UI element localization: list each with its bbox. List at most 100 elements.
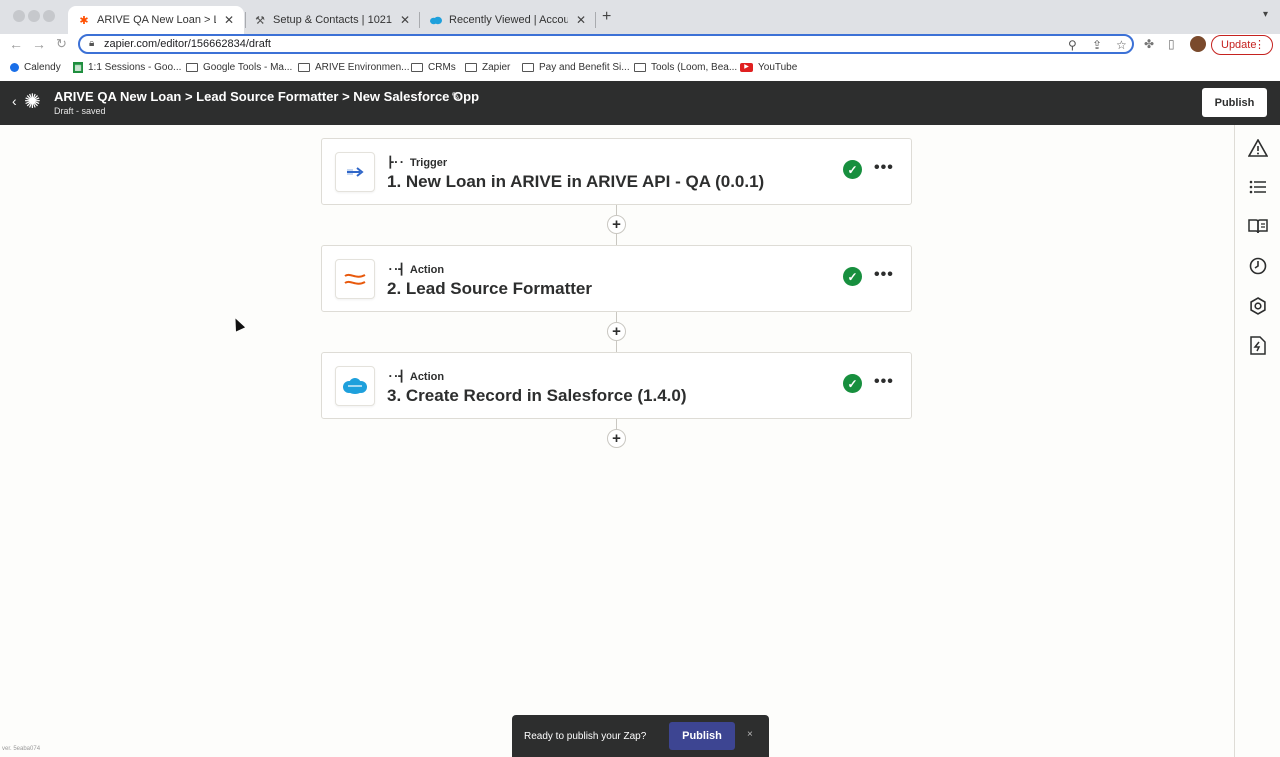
more-options-icon[interactable]: ••• — [874, 159, 894, 177]
bookmark-label: Zapier — [482, 62, 511, 73]
tab-search-chevron-icon[interactable]: ▾ — [1263, 9, 1268, 20]
settings-icon[interactable] — [1247, 295, 1269, 317]
tab-title: Recently Viewed | Accounts | S — [449, 14, 568, 26]
zapier-logo-icon[interactable]: ✺ — [24, 91, 44, 113]
new-tab-icon[interactable]: + — [602, 8, 611, 26]
bookmark-item[interactable]: ARIVE Environmen... — [298, 62, 409, 73]
folder-icon — [465, 63, 477, 72]
book-icon[interactable] — [1247, 215, 1269, 237]
tab-title: ARIVE QA New Loan > Lead So — [97, 14, 216, 26]
kebab-menu-icon[interactable]: ⋮ — [1254, 38, 1265, 51]
bookmark-item[interactable]: Calendy — [10, 62, 61, 73]
action-path-icon: ··┫ — [387, 263, 405, 276]
window-zoom-icon[interactable] — [43, 10, 55, 22]
tab-close-icon[interactable]: ✕ — [576, 13, 586, 27]
zap-status: Draft - saved — [54, 106, 106, 116]
toast-message: Ready to publish your Zap? — [524, 731, 647, 742]
folder-icon — [298, 63, 310, 72]
bookmark-label: Calendy — [24, 62, 61, 73]
edit-pencil-icon[interactable]: ✎ — [451, 90, 460, 103]
check-complete-icon: ✓ — [843, 160, 862, 179]
window-minimize-icon[interactable] — [28, 10, 40, 22]
step-title: 1. New Loan in ARIVE in ARIVE API - QA (… — [387, 172, 765, 191]
zap-title[interactable]: ARIVE QA New Loan > Lead Source Formatte… — [54, 89, 479, 104]
warning-icon[interactable] — [1247, 137, 1269, 159]
sheets-icon: ▦ — [73, 62, 83, 73]
back-chevron-icon[interactable]: ‹ — [12, 93, 17, 109]
update-button[interactable]: Update ⋮ — [1211, 35, 1273, 55]
setup-tool-icon: ⚒ — [255, 14, 265, 27]
tab-close-icon[interactable]: ✕ — [400, 13, 410, 27]
tab-divider — [595, 12, 596, 28]
add-step-button[interactable]: + — [607, 215, 626, 234]
toast-close-icon[interactable]: × — [747, 729, 753, 740]
step-kind: ··┫ Action — [387, 263, 444, 276]
bookmark-star-icon[interactable]: ☆ — [1116, 38, 1127, 52]
arive-arrow-icon — [335, 152, 375, 192]
share-icon[interactable]: ⇪ — [1092, 38, 1102, 52]
browser-tab-setup[interactable]: ⚒ Setup & Contacts | 10219800 | ✕ — [244, 6, 420, 34]
browser-tab-zapier[interactable]: ✱ ARIVE QA New Loan > Lead So ✕ — [68, 6, 244, 34]
list-icon[interactable] — [1247, 176, 1269, 198]
lock-icon[interactable]: 🔒︎ — [89, 38, 94, 49]
profile-avatar[interactable] — [1190, 36, 1206, 52]
side-panel-icon[interactable]: ▯ — [1168, 37, 1175, 51]
step-card-formatter[interactable]: ··┫ Action 2. Lead Source Formatter ✓ ••… — [321, 245, 912, 312]
step-kind-label: Action — [409, 370, 445, 383]
add-step-button[interactable]: + — [607, 429, 626, 448]
step-kind: ··┫ Action — [387, 370, 444, 383]
bookmark-label: ARIVE Environmen... — [315, 62, 410, 73]
step-kind: ┣·· Trigger — [387, 156, 447, 169]
right-tool-panel — [1234, 125, 1280, 757]
more-options-icon[interactable]: ••• — [874, 373, 894, 391]
step-card-salesforce[interactable]: ··┫ Action 3. Create Record in Salesforc… — [321, 352, 912, 419]
check-complete-icon: ✓ — [843, 267, 862, 286]
bookmark-item[interactable]: Pay and Benefit Si... — [522, 62, 630, 73]
step-kind-label: Action — [409, 263, 445, 276]
back-arrow-icon[interactable]: ← — [9, 36, 23, 52]
bookmark-label: 1:1 Sessions - Goo... — [88, 62, 182, 73]
tab-title: Setup & Contacts | 10219800 | — [273, 14, 392, 26]
bookmark-item[interactable]: ▶ YouTube — [740, 62, 797, 73]
step-title: 3. Create Record in Salesforce (1.4.0) — [387, 386, 687, 405]
bookmark-label: CRMs — [428, 62, 456, 73]
publish-button[interactable]: Publish — [1202, 88, 1267, 117]
browser-toolbar: ← → ↻ 🔒︎ zapier.com/editor/156662834/dra… — [0, 34, 1280, 56]
formatter-icon — [335, 259, 375, 299]
browser-tab-bar: ✱ ARIVE QA New Loan > Lead So ✕ ⚒ Setup … — [0, 0, 1280, 34]
forward-arrow-icon[interactable]: → — [32, 36, 46, 52]
bookmark-item[interactable]: Google Tools - Ma... — [186, 62, 292, 73]
file-bolt-icon[interactable] — [1247, 334, 1269, 356]
action-path-icon: ··┫ — [387, 370, 405, 383]
bookmark-item[interactable]: Zapier — [465, 62, 510, 73]
add-step-button[interactable]: + — [607, 322, 626, 341]
zoom-icon[interactable]: ⚲ — [1068, 38, 1077, 52]
salesforce-cloud-icon — [430, 14, 442, 26]
bookmark-label: YouTube — [758, 62, 798, 73]
version-label: ver. 5eaba074 — [2, 746, 41, 752]
tab-close-icon[interactable]: ✕ — [224, 13, 234, 27]
bookmark-item[interactable]: Tools (Loom, Bea... — [634, 62, 737, 73]
extensions-puzzle-icon[interactable]: ✤ — [1144, 37, 1154, 51]
calendly-icon — [10, 63, 19, 72]
more-options-icon[interactable]: ••• — [874, 266, 894, 284]
address-bar[interactable]: 🔒︎ zapier.com/editor/156662834/draft ⚲ ⇪… — [78, 34, 1134, 54]
reload-icon[interactable]: ↻ — [56, 36, 67, 52]
bookmark-label: Google Tools - Ma... — [203, 62, 293, 73]
folder-icon — [411, 63, 423, 72]
folder-icon — [186, 63, 198, 72]
step-card-trigger[interactable]: ┣·· Trigger 1. New Loan in ARIVE in ARIV… — [321, 138, 912, 205]
update-label: Update — [1221, 39, 1257, 51]
publish-toast: Ready to publish your Zap? Publish × — [512, 715, 769, 757]
browser-tab-salesforce[interactable]: Recently Viewed | Accounts | S ✕ — [420, 6, 596, 34]
history-icon[interactable] — [1247, 255, 1269, 277]
url-text: zapier.com/editor/156662834/draft — [104, 38, 271, 50]
trigger-path-icon: ┣·· — [387, 156, 405, 169]
step-title: 2. Lead Source Formatter — [387, 279, 593, 298]
bookmark-item[interactable]: CRMs — [411, 62, 456, 73]
window-close-icon[interactable] — [13, 10, 25, 22]
check-complete-icon: ✓ — [843, 374, 862, 393]
bookmark-item[interactable]: ▦ 1:1 Sessions - Goo... — [73, 62, 181, 73]
folder-icon — [522, 63, 534, 72]
toast-publish-button[interactable]: Publish — [669, 722, 735, 750]
